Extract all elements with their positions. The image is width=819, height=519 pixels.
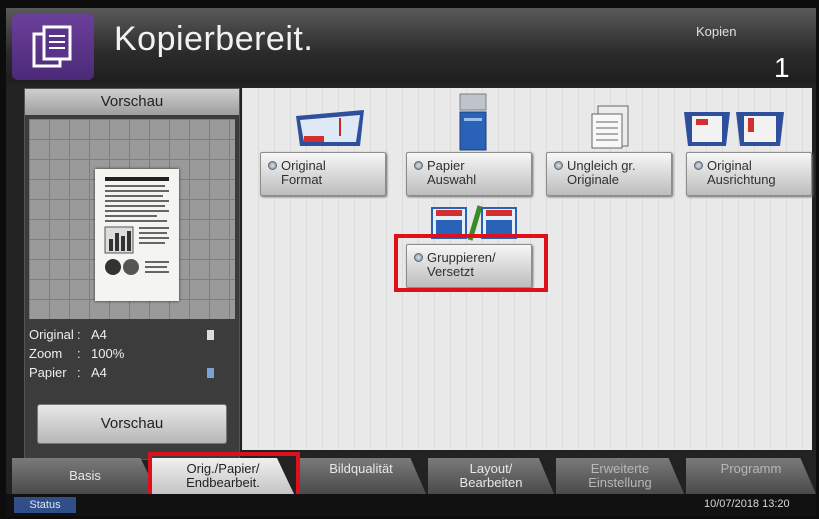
indicator-icon xyxy=(414,161,423,170)
copies-count[interactable]: 1 xyxy=(774,52,790,84)
copy-icon xyxy=(12,14,94,80)
function-area: Original Format Papier Auswahl Ungleich … xyxy=(242,88,812,450)
header-bar: Kopierbereit. Kopien 1 xyxy=(6,8,816,83)
page-title: Kopierbereit. xyxy=(114,20,314,58)
info-papier: Papier: A4 xyxy=(29,365,107,380)
original-format-button[interactable]: Original Format xyxy=(260,152,386,196)
copier-screen: Kopierbereit. Kopien 1 Vorschau Original… xyxy=(6,8,816,516)
indicator-icon xyxy=(554,161,563,170)
indicator-icon xyxy=(268,161,277,170)
status-bar: Status 10/07/2018 13:20 xyxy=(6,494,816,516)
preview-heading: Vorschau xyxy=(25,89,239,115)
original-orientation-button[interactable]: Original Ausrichtung xyxy=(686,152,812,196)
tab-programm[interactable]: Programm xyxy=(686,458,816,494)
tab-bar: Basis Orig./Papier/ Endbearbeit. Bildqua… xyxy=(6,452,816,506)
datetime-display: 10/07/2018 13:20 xyxy=(704,498,790,510)
mixed-size-originals-icon xyxy=(591,105,629,149)
highlight-box xyxy=(394,234,548,292)
preview-panel: Vorschau Original: A4 Zoom: 100% Papie… xyxy=(24,88,240,460)
copies-label: Kopien xyxy=(696,24,737,39)
paper-tray-icon xyxy=(459,93,487,151)
info-zoom: Zoom:100% xyxy=(29,346,125,361)
preview-button[interactable]: Vorschau xyxy=(37,404,227,444)
paper-tray-icon xyxy=(207,368,214,378)
tab-erweiterte-einstellung[interactable]: Erweiterte Einstellung xyxy=(556,458,684,494)
info-original: Original: A4 xyxy=(29,327,107,342)
document-thumbnail xyxy=(95,169,179,301)
tab-layout-bearbeiten[interactable]: Layout/ Bearbeiten xyxy=(428,458,554,494)
tab-basis[interactable]: Basis xyxy=(12,458,158,494)
status-button[interactable]: Status xyxy=(14,497,76,513)
original-format-icon xyxy=(296,110,364,146)
preview-area xyxy=(29,119,235,319)
paper-selection-button[interactable]: Papier Auswahl xyxy=(406,152,532,196)
tab-bildqualitaet[interactable]: Bildqualität xyxy=(296,458,426,494)
document-icon xyxy=(207,330,214,340)
original-orientation-icon xyxy=(684,112,784,146)
indicator-icon xyxy=(694,161,703,170)
mixed-size-originals-button[interactable]: Ungleich gr. Originale xyxy=(546,152,672,196)
